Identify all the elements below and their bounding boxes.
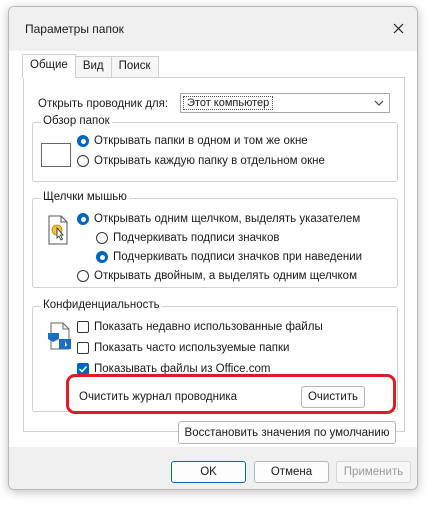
open-explorer-label: Открыть проводник для: [38, 98, 169, 110]
privacy-document-icon [48, 322, 71, 350]
checkbox-unchecked[interactable] [77, 321, 89, 333]
tab-strip: Общие Вид Поиск [22, 54, 159, 78]
double-click-label: Открывать двойным, а выделять одним щелч… [94, 270, 357, 282]
browse-same-window-option[interactable]: Открывать папки в одном и том же окне [77, 135, 308, 147]
radio-unselected[interactable] [77, 270, 89, 282]
window-title: Параметры папок [25, 22, 124, 36]
radio-unselected[interactable] [96, 232, 108, 244]
underline-hover-option[interactable]: Подчеркивать подписи значков при наведен… [96, 251, 362, 263]
frequent-folders-checkbox[interactable]: Показать часто используемые папки [77, 342, 289, 354]
underline-hover-label: Подчеркивать подписи значков при наведен… [113, 251, 363, 263]
radio-selected[interactable] [96, 251, 108, 263]
browse-new-window-option[interactable]: Открывать каждую папку в отдельном окне [77, 155, 325, 167]
checkmark-icon [78, 365, 88, 373]
browse-same-window-label: Открывать папки в одном и том же окне [94, 135, 308, 147]
click-document-icon [48, 215, 68, 245]
single-click-label: Открывать одним щелчком, выделять указат… [94, 213, 361, 225]
open-explorer-select[interactable]: Этот компьютер [180, 93, 390, 113]
dialog-footer: OK Отмена Применить [9, 447, 417, 489]
chevron-down-icon [374, 100, 384, 106]
close-button[interactable] [387, 17, 409, 39]
frequent-folders-label: Показать часто используемые папки [94, 342, 290, 354]
mouse-clicks-group: Щелчки мышью Открывать одним щелчком, вы… [32, 191, 398, 288]
folder-options-dialog: Параметры папок Общие Вид Поиск Открыть … [8, 6, 418, 490]
restore-defaults-button[interactable]: Восстановить значения по умолчанию [178, 421, 396, 444]
browse-new-window-label: Открывать каждую папку в отдельном окне [94, 155, 325, 167]
underline-always-option[interactable]: Подчеркивать подписи значков [96, 232, 279, 244]
privacy-legend: Конфиденциальность [41, 299, 162, 311]
browse-folders-legend: Обзор папок [41, 115, 112, 127]
open-explorer-row: Открыть проводник для: [38, 98, 168, 110]
ok-button[interactable]: OK [171, 461, 246, 483]
recent-files-label: Показать недавно использованные файлы [94, 321, 323, 333]
single-click-option[interactable]: Открывать одним щелчком, выделять указат… [77, 213, 360, 225]
apply-button[interactable]: Применить [336, 461, 411, 483]
double-click-option[interactable]: Открывать двойным, а выделять одним щелч… [77, 270, 357, 282]
radio-selected[interactable] [77, 213, 89, 225]
underline-always-label: Подчеркивать подписи значков [113, 232, 280, 244]
highlight-annotation [66, 374, 396, 414]
title-bar: Параметры папок [9, 7, 417, 51]
tab-search[interactable]: Поиск [110, 56, 159, 78]
mouse-clicks-legend: Щелчки мышью [41, 191, 129, 203]
cancel-button[interactable]: Отмена [254, 461, 329, 483]
recent-files-checkbox[interactable]: Показать недавно использованные файлы [77, 321, 323, 333]
open-explorer-value: Этот компьютер [183, 96, 274, 110]
tab-view[interactable]: Вид [74, 56, 112, 78]
radio-selected[interactable] [77, 135, 89, 147]
folder-preview-icon [41, 143, 71, 167]
browse-folders-group: Обзор папок Открывать папки в одном и то… [32, 115, 398, 182]
tab-general[interactable]: Общие [22, 54, 76, 78]
radio-unselected[interactable] [77, 155, 89, 167]
close-icon [393, 23, 403, 33]
checkbox-unchecked[interactable] [77, 342, 89, 354]
